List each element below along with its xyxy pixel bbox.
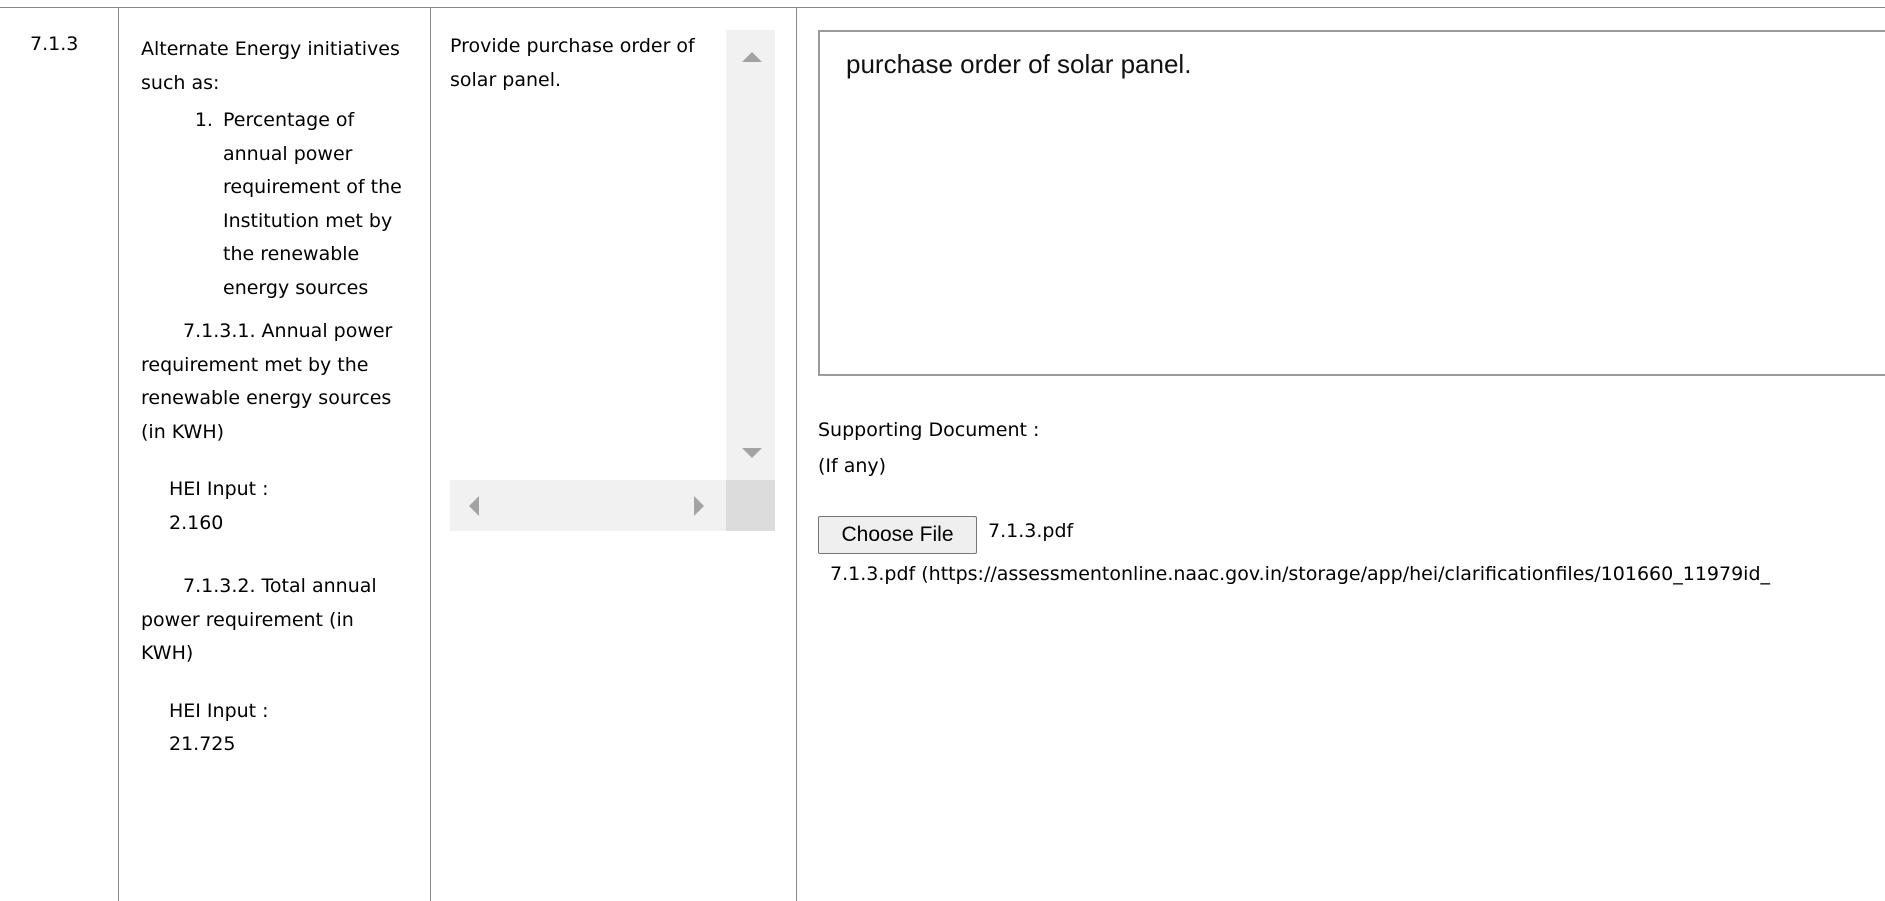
supporting-label: Supporting Document : <box>818 419 1040 441</box>
metric-1-label: 7.1.3.1. Annual power requirement met by… <box>141 320 393 443</box>
hei-input-value: 2.160 <box>169 511 224 534</box>
metric-2-label: 7.1.3.2. Total annual power requirement … <box>141 575 377 664</box>
horizontal-scrollbar[interactable] <box>450 480 726 531</box>
chosen-file-name: 7.1.3.pdf <box>988 520 1074 542</box>
hei-input-label: HEI Input : <box>169 699 269 722</box>
response-textarea[interactable]: purchase order of solar panel. <box>818 30 1885 376</box>
criteria-list: Percentage of annual power requirement o… <box>141 104 411 305</box>
column-divider <box>118 7 119 901</box>
hei-input-2: HEI Input : 21.725 <box>141 695 411 762</box>
uploaded-file-link[interactable]: 7.1.3.pdf (https://assessmentonline.naac… <box>830 563 1770 585</box>
column-divider <box>430 7 431 901</box>
table-row: 7.1.3 Alternate Energy initiatives such … <box>0 0 1885 901</box>
criteria-cell: Alternate Energy initiatives such as: Pe… <box>141 33 411 762</box>
scroll-down-arrow-icon[interactable] <box>742 448 762 458</box>
question-text: Provide purchase order of solar panel. <box>450 35 695 91</box>
hei-input-1: HEI Input : 2.160 <box>141 473 411 540</box>
scroll-up-arrow-icon[interactable] <box>742 52 762 62</box>
scrollbar-corner <box>726 480 775 531</box>
scroll-left-arrow-icon[interactable] <box>469 496 479 516</box>
vertical-scrollbar[interactable] <box>726 30 775 480</box>
supporting-document-label: Supporting Document : (If any) <box>818 412 1039 484</box>
hei-input-label: HEI Input : <box>169 478 269 500</box>
column-divider <box>796 7 797 901</box>
metric-number: 7.1.3 <box>30 33 79 55</box>
criteria-intro: Alternate Energy initiatives such as: <box>141 38 400 94</box>
question-textarea[interactable]: Provide purchase order of solar panel. <box>450 30 775 531</box>
list-item: Percentage of annual power requirement o… <box>219 104 411 305</box>
hei-input-value: 21.725 <box>169 733 236 755</box>
choose-file-button[interactable]: Choose File <box>818 516 977 554</box>
response-text: purchase order of solar panel. <box>846 49 1192 79</box>
supporting-label-note: (If any) <box>818 455 887 477</box>
table-top-border <box>0 7 1885 8</box>
scroll-right-arrow-icon[interactable] <box>694 496 704 516</box>
